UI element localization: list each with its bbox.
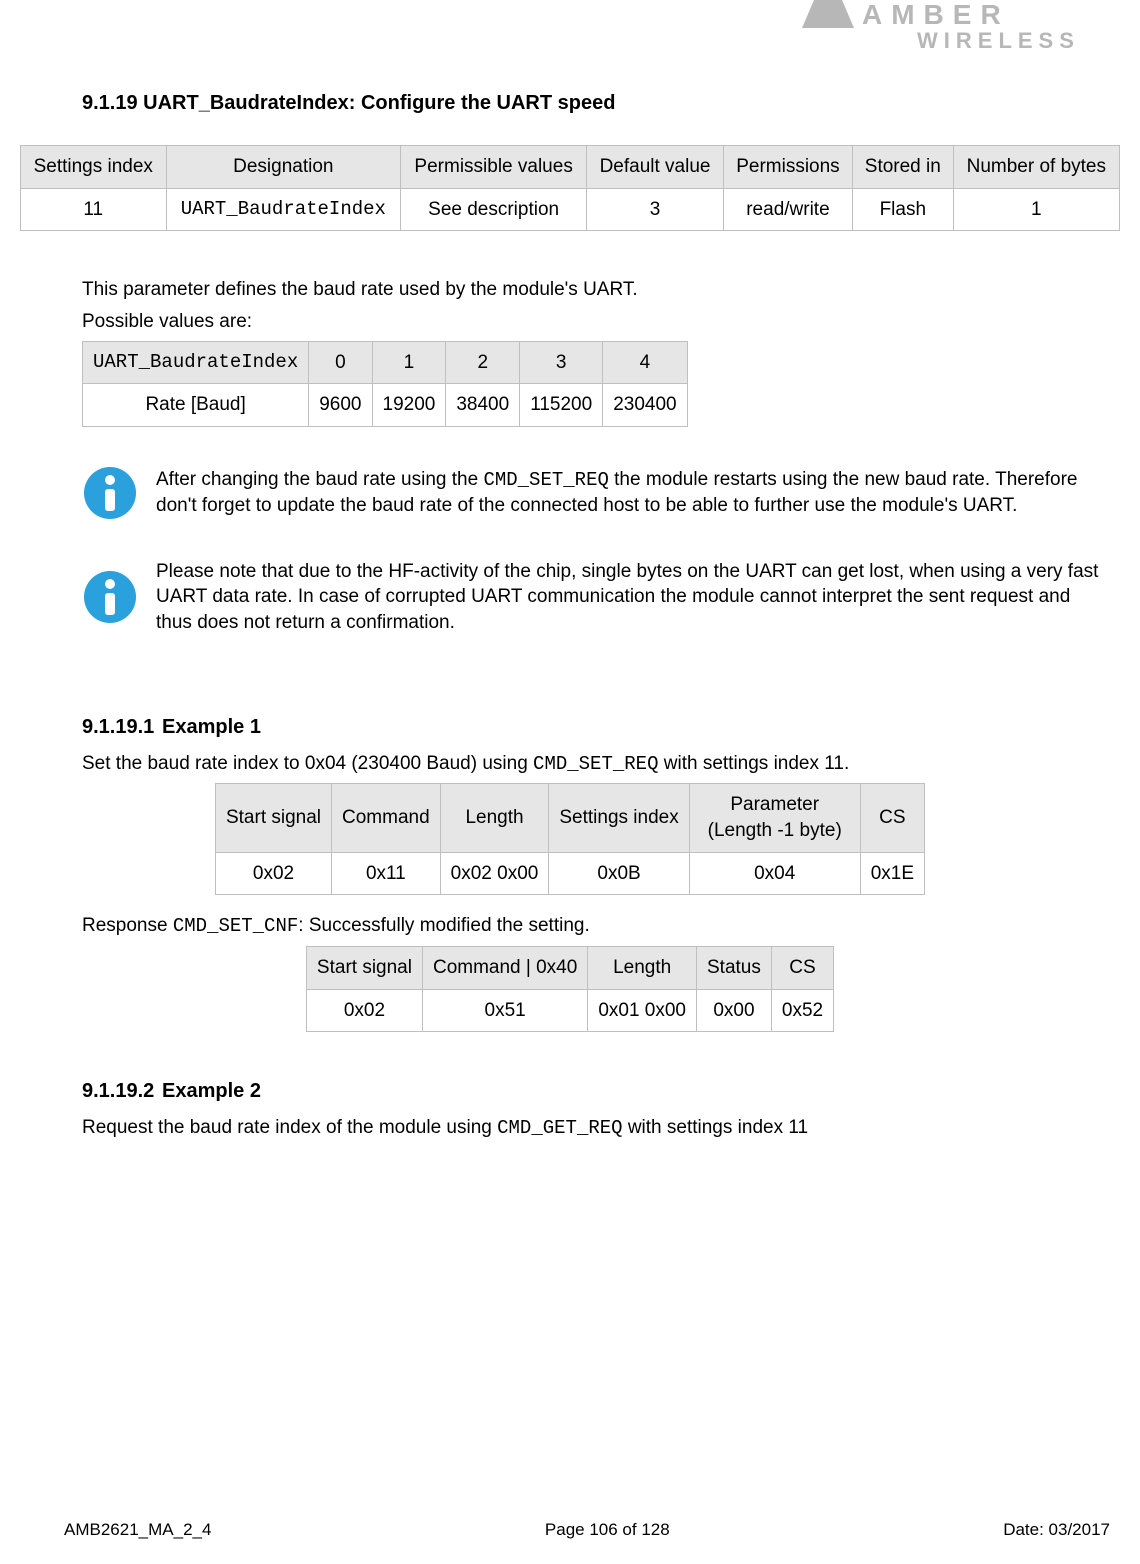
table-header-row: Start signal Command Length Settings ind… — [215, 784, 924, 852]
paragraph: Request the baud rate index of the modul… — [82, 1115, 1120, 1142]
th: CS — [860, 784, 924, 852]
cell-rate: 19200 — [372, 384, 446, 427]
cell: 0x51 — [422, 989, 587, 1032]
table-header-row: Start signal Command | 0x40 Length Statu… — [306, 946, 833, 989]
cell-stored-in: Flash — [852, 188, 953, 231]
footer-doc-id: AMB2621_MA_2_4 — [64, 1519, 211, 1542]
th-permissible: Permissible values — [401, 146, 587, 189]
cell: 0x02 — [306, 989, 422, 1032]
th-permissions: Permissions — [723, 146, 852, 189]
example1-response-table: Start signal Command | 0x40 Length Statu… — [306, 946, 834, 1032]
th: Length — [588, 946, 697, 989]
info-icon — [82, 569, 138, 625]
cell: 0x52 — [771, 989, 833, 1032]
footer-page-number: Page 106 of 128 — [545, 1519, 670, 1542]
cell: 0x1E — [860, 852, 924, 895]
page-footer: AMB2621_MA_2_4 Page 106 of 128 Date: 03/… — [64, 1519, 1110, 1542]
cell: 0x04 — [689, 852, 860, 895]
th-default: Default value — [587, 146, 724, 189]
cell: 0x11 — [332, 852, 441, 895]
settings-summary-table: Settings index Designation Permissible v… — [20, 145, 1120, 231]
paragraph: Possible values are: — [82, 309, 1120, 335]
th: Parameter (Length -1 byte) — [689, 784, 860, 852]
th-settings-index: Settings index — [21, 146, 167, 189]
note-text: After changing the baud rate using the C… — [156, 467, 1110, 519]
logo-line2: WIRELESS — [917, 28, 1080, 52]
paragraph: This parameter defines the baud rate use… — [82, 277, 1120, 303]
info-icon — [82, 465, 138, 521]
footer-date: Date: 03/2017 — [1003, 1519, 1110, 1542]
th-col: 3 — [520, 341, 603, 384]
cell-rate: 9600 — [309, 384, 372, 427]
cell: 0x00 — [697, 989, 772, 1032]
cell-default: 3 — [587, 188, 724, 231]
table-header-row: Settings index Designation Permissible v… — [21, 146, 1120, 189]
example1-heading: 9.1.19.1Example 1 — [82, 714, 1120, 741]
section-heading: 9.1.19 UART_BaudrateIndex: Configure the… — [82, 90, 1120, 117]
th-designation: Designation — [166, 146, 401, 189]
th: Command | 0x40 — [422, 946, 587, 989]
th: Start signal — [215, 784, 331, 852]
info-note: Please note that due to the HF-activity … — [82, 559, 1110, 636]
table-header-row: UART_BaudrateIndex 0 1 2 3 4 — [83, 341, 688, 384]
th: Length — [440, 784, 549, 852]
table-row: 11 UART_BaudrateIndex See description 3 … — [21, 188, 1120, 231]
cell-num-bytes: 1 — [953, 188, 1119, 231]
baud-values-table: UART_BaudrateIndex 0 1 2 3 4 Rate [Baud]… — [82, 341, 688, 427]
cell-permissions: read/write — [723, 188, 852, 231]
cell-row-label: Rate [Baud] — [83, 384, 309, 427]
th-col: 0 — [309, 341, 372, 384]
th: Settings index — [549, 784, 689, 852]
th: CS — [771, 946, 833, 989]
cell: 0x02 — [215, 852, 331, 895]
th-col: 1 — [372, 341, 446, 384]
th: Command — [332, 784, 441, 852]
cell-rate: 230400 — [603, 384, 687, 427]
th-num-bytes: Number of bytes — [953, 146, 1119, 189]
example2-heading: 9.1.19.2Example 2 — [82, 1078, 1120, 1105]
table-row: Rate [Baud] 9600 19200 38400 115200 2304… — [83, 384, 688, 427]
th: Status — [697, 946, 772, 989]
th: Start signal — [306, 946, 422, 989]
th-stored-in: Stored in — [852, 146, 953, 189]
note-text: Please note that due to the HF-activity … — [156, 559, 1110, 636]
th-col: 4 — [603, 341, 687, 384]
logo-line1: AMBER — [862, 0, 1010, 30]
table-row: 0x02 0x11 0x02 0x00 0x0B 0x04 0x1E — [215, 852, 924, 895]
example1-request-table: Start signal Command Length Settings ind… — [215, 783, 925, 895]
brand-logo: AMBER WIRELESS — [802, 0, 1112, 52]
cell: 0x02 0x00 — [440, 852, 549, 895]
th-col: 2 — [446, 341, 520, 384]
cell: 0x0B — [549, 852, 689, 895]
th-baud-index-label: UART_BaudrateIndex — [83, 341, 309, 384]
cell-designation: UART_BaudrateIndex — [166, 188, 401, 231]
cell-rate: 38400 — [446, 384, 520, 427]
paragraph: Response CMD_SET_CNF: Successfully modif… — [82, 913, 1120, 940]
cell-settings-index: 11 — [21, 188, 167, 231]
paragraph: Set the baud rate index to 0x04 (230400 … — [82, 751, 1120, 778]
table-row: 0x02 0x51 0x01 0x00 0x00 0x52 — [306, 989, 833, 1032]
cell-permissible: See description — [401, 188, 587, 231]
cell: 0x01 0x00 — [588, 989, 697, 1032]
info-note: After changing the baud rate using the C… — [82, 465, 1110, 521]
cell-rate: 115200 — [520, 384, 603, 427]
